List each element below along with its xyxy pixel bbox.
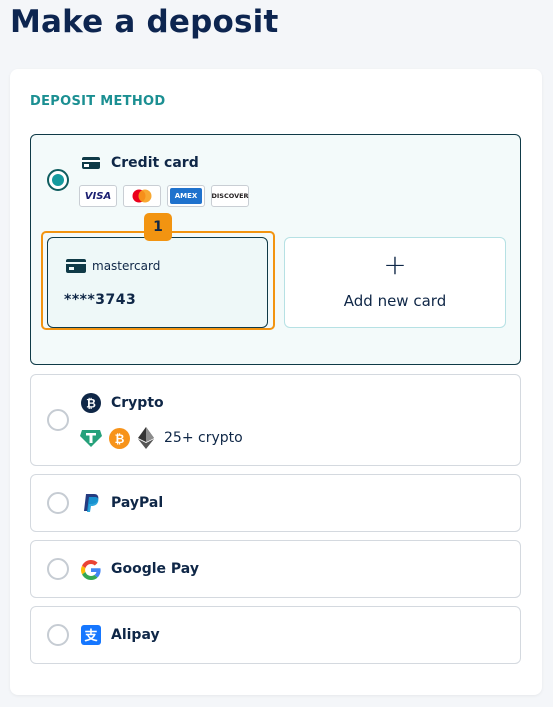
radio-google-pay[interactable] xyxy=(47,558,69,580)
saved-card-badge: 1 xyxy=(144,213,172,241)
method-credit-card[interactable]: Credit card VISA AMEX DISCOVER mastercar… xyxy=(30,134,521,365)
mastercard-circles-icon xyxy=(132,189,152,203)
method-google-pay[interactable]: Google Pay xyxy=(30,540,521,598)
alipay-icon: 支 xyxy=(81,625,101,645)
add-new-card-button[interactable]: + Add new card xyxy=(284,237,506,328)
paypal-icon xyxy=(84,494,99,512)
paypal-label: PayPal xyxy=(111,495,164,511)
google-pay-label: Google Pay xyxy=(111,561,199,577)
visa-logo: VISA xyxy=(79,185,117,207)
plus-icon: + xyxy=(383,248,407,281)
crypto-more-label: 25+ crypto xyxy=(164,430,243,446)
discover-logo: DISCOVER xyxy=(211,185,249,207)
radio-crypto[interactable] xyxy=(47,409,69,431)
radio-paypal[interactable] xyxy=(47,492,69,514)
svg-text:支: 支 xyxy=(83,628,98,644)
alipay-label: Alipay xyxy=(111,627,160,643)
amex-logo-text: AMEX xyxy=(174,192,198,200)
method-paypal[interactable]: PayPal xyxy=(30,474,521,532)
saved-card-brand: mastercard xyxy=(92,259,161,273)
method-alipay[interactable]: 支 Alipay xyxy=(30,606,521,664)
svg-text:₿: ₿ xyxy=(86,397,96,411)
method-crypto[interactable]: ₿ Crypto ₿ 25+ crypto xyxy=(30,374,521,466)
ethereum-icon xyxy=(138,427,154,449)
bitcoin-coin-icon: ₿ xyxy=(109,428,130,449)
saved-card[interactable]: mastercard ****3743 xyxy=(47,237,268,328)
mastercard-logo xyxy=(123,185,161,207)
discover-logo-text: DISCOVER xyxy=(211,192,249,200)
tether-icon xyxy=(80,430,102,447)
add-new-card-label: Add new card xyxy=(343,292,447,310)
visa-logo-text: VISA xyxy=(84,190,112,202)
radio-alipay[interactable] xyxy=(47,624,69,646)
crypto-label: Crypto xyxy=(111,395,164,411)
amex-logo: AMEX xyxy=(167,185,205,207)
card-icon xyxy=(66,259,86,273)
bitcoin-icon: ₿ xyxy=(81,393,101,413)
saved-card-number: ****3743 xyxy=(64,292,137,308)
radio-credit-card[interactable] xyxy=(47,169,69,191)
credit-card-icon xyxy=(82,157,100,169)
section-label: DEPOSIT METHOD xyxy=(30,94,166,109)
page-title: Make a deposit xyxy=(10,4,279,40)
svg-text:₿: ₿ xyxy=(115,432,125,446)
google-icon xyxy=(81,560,101,580)
credit-card-label: Credit card xyxy=(111,155,199,171)
